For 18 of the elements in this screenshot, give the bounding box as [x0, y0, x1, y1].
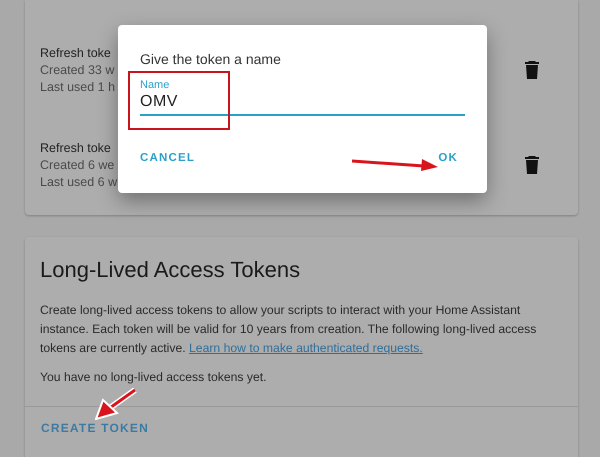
token-last-used: Last used 6 w	[40, 174, 118, 188]
token-last-used: Last used 1 h	[40, 80, 116, 94]
empty-message: You have no long-lived access tokens yet.	[40, 370, 268, 384]
token-created: Created 6 we	[40, 158, 116, 172]
create-token-button[interactable]: CREATE TOKEN	[33, 415, 157, 441]
arrow	[95, 388, 137, 420]
description-text: Create long-lived access tokens to allow your scripts to interact with your Home Assistant instance. Each token will be valid for 10 years from creation. The following long-lived access tokens are currently active. Learn how to make authenticated requests.	[40, 302, 538, 357]
token-title: Refresh toke	[40, 140, 112, 154]
ok-button[interactable]: OK	[438, 148, 458, 168]
dialog-title: Give the token a name	[140, 51, 282, 67]
docs-link[interactable]: Learn how to make authenticated requests.	[189, 341, 423, 355]
cancel-button[interactable]: CANCEL	[140, 148, 196, 168]
delete-icon[interactable]	[525, 60, 539, 78]
token-title: Refresh toke	[40, 46, 112, 60]
token-created: Created 33 w	[40, 62, 116, 76]
section-title: Long-Lived Access Tokens	[40, 257, 302, 283]
name-field[interactable]: Name OMV	[140, 79, 465, 116]
delete-icon[interactable]	[525, 156, 539, 174]
